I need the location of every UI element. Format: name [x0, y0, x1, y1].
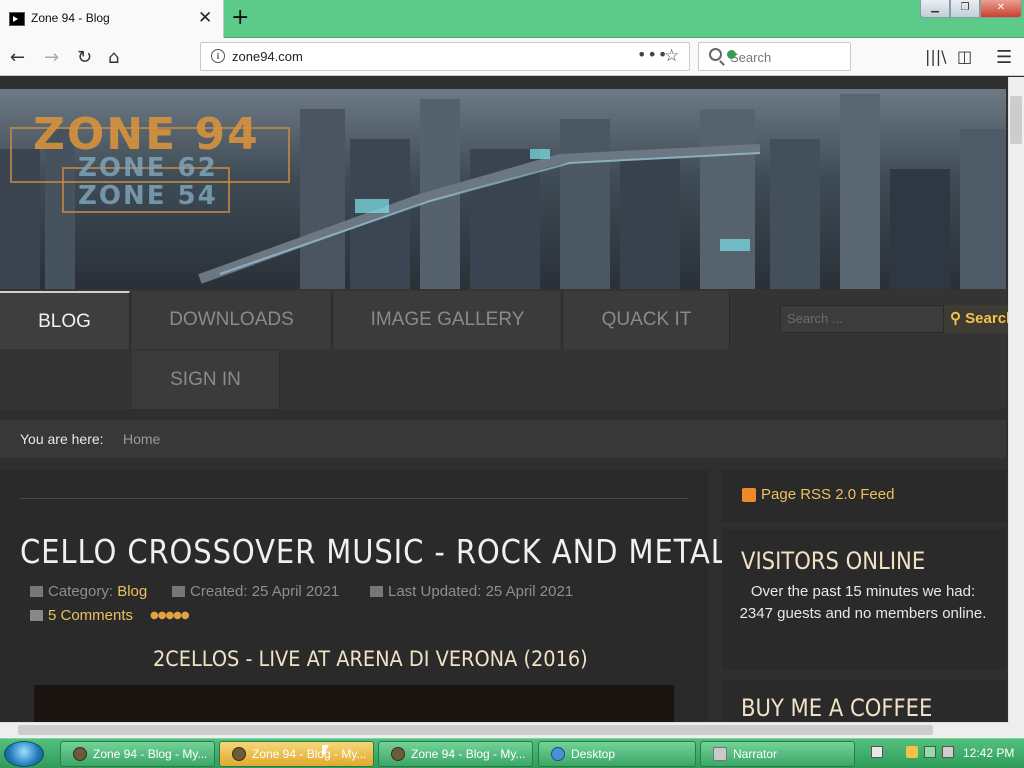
comments-link[interactable]: 5 Comments	[30, 607, 133, 624]
volume-icon[interactable]	[942, 746, 954, 758]
comment-icon	[30, 610, 43, 621]
rss-feed-link[interactable]: Page RSS 2.0 Feed	[761, 486, 894, 503]
visitors-title: VISITORS ONLINE	[741, 547, 926, 575]
search-icon	[709, 48, 736, 61]
shield-icon[interactable]	[906, 746, 918, 758]
bookmark-star-icon[interactable]: ☆	[664, 46, 679, 66]
desktop-icon	[551, 747, 565, 761]
vertical-scroll-thumb[interactable]	[1010, 96, 1022, 144]
logo-subtitle: ZONE 62	[78, 153, 218, 183]
category-label: Category:	[48, 583, 114, 600]
reload-icon[interactable]: ↻	[77, 47, 92, 68]
site-info-icon[interactable]: i	[211, 49, 225, 63]
taskbar-button-browser-2[interactable]: Zone 94 - Blog - My...	[219, 741, 374, 767]
close-tab-icon[interactable]: ✕	[198, 8, 212, 28]
close-window-button[interactable]: ✕	[980, 0, 1022, 18]
library-icon[interactable]: |||\	[925, 47, 947, 66]
visitors-module: VISITORS ONLINE Over the past 15 minutes…	[722, 529, 1006, 669]
rating-stars-icon[interactable]: ●●●●●	[150, 610, 190, 621]
updated-date: Last Updated: 25 April 2021	[388, 583, 574, 600]
coffee-module: BUY ME A COFFEE	[722, 680, 1006, 722]
mouse-cursor-icon	[322, 745, 329, 758]
article-created: Created: 25 April 2021	[172, 583, 339, 600]
keyboard-icon[interactable]	[871, 746, 883, 758]
folder-icon	[30, 586, 43, 597]
network-icon[interactable]	[924, 746, 936, 758]
site-search-placeholder: Search ...	[787, 311, 843, 326]
browser-icon	[391, 747, 405, 761]
taskbar-button-desktop[interactable]: Desktop	[538, 741, 696, 767]
article: CELLO CROSSOVER MUSIC - ROCK AND METAL C…	[0, 470, 727, 722]
site-search-button-label: Search	[965, 310, 1008, 327]
logo-subtitle: ZONE 54	[78, 181, 218, 211]
search-icon: ⚲	[950, 310, 961, 327]
menu-item-downloads[interactable]: DOWNLOADS	[132, 291, 332, 349]
taskbar-button-label: Desktop	[571, 747, 616, 761]
url-bar[interactable]: i zone94.com ••• ☆	[200, 42, 690, 71]
rss-icon	[742, 488, 756, 502]
taskbar-button-label: Narrator	[733, 747, 778, 761]
scrollbar-corner	[1008, 722, 1024, 738]
browser-tab[interactable]: Zone 94 - Blog ✕	[0, 0, 224, 38]
divider	[20, 498, 688, 499]
video-embed[interactable]	[34, 685, 674, 722]
menu-item-image-gallery[interactable]: IMAGE GALLERY	[334, 291, 562, 349]
calendar-icon	[370, 586, 383, 597]
taskbar-button-label: Zone 94 - Blog - My...	[252, 747, 367, 761]
site-favicon-icon	[9, 12, 25, 26]
menu-item-sign-in[interactable]: SIGN IN	[132, 351, 280, 409]
menu-item-quack-it[interactable]: QUACK IT	[564, 291, 730, 349]
comments-count: 5 Comments	[48, 607, 134, 624]
restore-window-button[interactable]: ❐	[950, 0, 980, 18]
site-search-button[interactable]: ⚲ Search	[944, 305, 1008, 333]
new-tab-button[interactable]: +	[231, 5, 249, 30]
menu-item-blog[interactable]: BLOG	[0, 291, 130, 349]
browser-search-input[interactable]: Search	[698, 42, 851, 71]
site-search-input[interactable]: Search ...	[780, 305, 944, 333]
rss-module: Page RSS 2.0 Feed	[722, 470, 1006, 522]
coffee-title: BUY ME A COFFEE	[741, 694, 933, 722]
navigation-toolbar: ← → ↻ ⌂ i zone94.com ••• ☆ Search |||\ ◫…	[0, 38, 1024, 76]
narrator-icon	[713, 747, 727, 761]
url-text[interactable]: zone94.com	[232, 49, 303, 64]
forward-icon[interactable]: →	[44, 47, 59, 68]
minimize-window-button[interactable]: ▁	[920, 0, 950, 18]
article-updated: Last Updated: 25 April 2021	[370, 583, 573, 600]
breadcrumb-label: You are here:	[20, 431, 104, 447]
vertical-scrollbar[interactable]	[1008, 77, 1024, 722]
menu-icon[interactable]: ☰	[996, 47, 1012, 68]
tab-title: Zone 94 - Blog	[31, 11, 110, 25]
page-viewport: ZONE 94 ZONE 62 ZONE 54 BLOG DOWNLOADS I…	[0, 77, 1008, 722]
home-icon[interactable]: ⌂	[108, 47, 119, 68]
category-link[interactable]: Blog	[117, 583, 147, 600]
taskbar-button-narrator[interactable]: Narrator	[700, 741, 855, 767]
site-banner: ZONE 94 ZONE 62 ZONE 54	[0, 89, 1006, 289]
start-button[interactable]	[4, 741, 44, 767]
article-subtitle: 2CELLOS - LIVE AT ARENA DI VERONA (2016)	[153, 647, 588, 671]
browser-icon	[232, 747, 246, 761]
horizontal-scroll-thumb[interactable]	[18, 725, 933, 735]
system-clock[interactable]: 12:42 PM	[963, 746, 1014, 760]
main-menu: BLOG DOWNLOADS IMAGE GALLERY QUACK IT SI…	[0, 289, 1008, 409]
search-placeholder: Search	[730, 50, 772, 65]
back-icon[interactable]: ←	[10, 47, 25, 68]
taskbar-button-label: Zone 94 - Blog - My...	[93, 747, 208, 761]
calendar-icon	[172, 586, 185, 597]
sidebar-icon[interactable]: ◫	[957, 47, 972, 66]
browser-icon	[73, 747, 87, 761]
taskbar-button-browser-1[interactable]: Zone 94 - Blog - My...	[60, 741, 215, 767]
visitors-text: Over the past 15 minutes we had: 2347 gu…	[739, 583, 987, 622]
breadcrumb: You are here: Home	[0, 420, 1006, 458]
breadcrumb-home: Home	[123, 431, 161, 447]
created-date: Created: 25 April 2021	[190, 583, 340, 600]
article-title: CELLO CROSSOVER MUSIC - ROCK AND METAL	[20, 532, 728, 571]
article-category: Category: Blog	[30, 583, 147, 600]
taskbar-button-browser-3[interactable]: Zone 94 - Blog - My...	[378, 741, 533, 767]
taskbar-button-label: Zone 94 - Blog - My...	[411, 747, 526, 761]
